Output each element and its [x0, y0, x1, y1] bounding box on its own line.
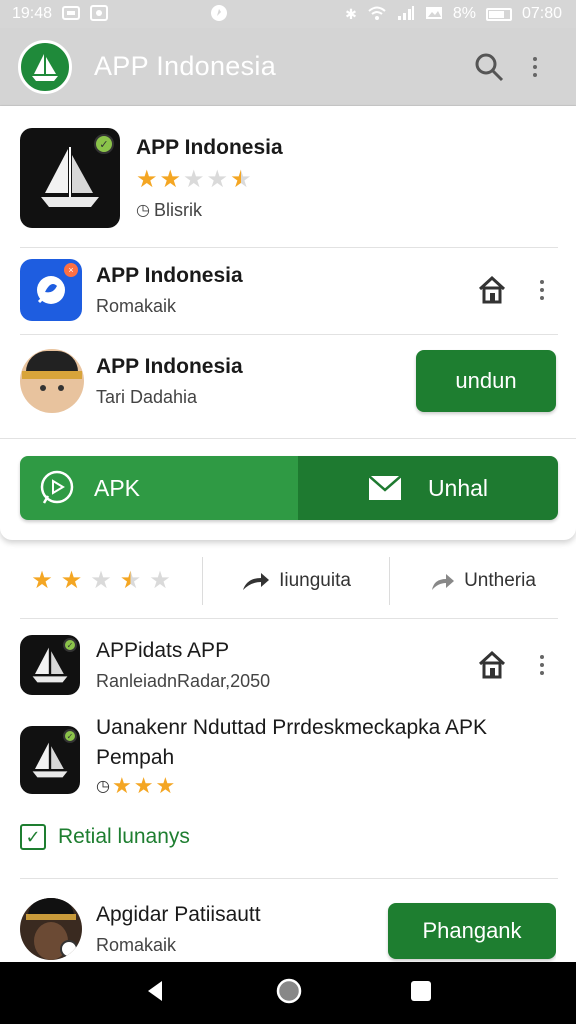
apk-button[interactable]: APK [20, 456, 298, 520]
battery-icon [485, 7, 512, 21]
other-stat[interactable]: Untheria [390, 557, 576, 605]
star-icon: ★ [133, 773, 154, 798]
app-title: APP Indonesia [94, 51, 277, 81]
rating-stat: ★ ★ ★ ★ ★ [0, 557, 202, 605]
star-half-icon: ★ [230, 165, 252, 193]
star-icon: ★ [206, 165, 229, 193]
list-item-subtitle: Romakaik [96, 934, 177, 955]
app-icon: ✓ [20, 726, 80, 794]
install-button[interactable]: Phangank [388, 903, 556, 959]
checkbox-label: Retial lunanys [58, 825, 190, 848]
split-action-bar: APK Unhal [20, 456, 558, 520]
gallery-icon [90, 4, 109, 24]
star-icon: ★ [183, 165, 205, 193]
checkbox[interactable]: ✓ [20, 824, 46, 850]
app-logo[interactable] [18, 39, 72, 94]
verified-badge-icon: ✓ [63, 638, 77, 652]
recents-icon[interactable] [410, 980, 432, 1007]
star-half-icon: ★ [119, 567, 142, 594]
compass-icon [210, 4, 228, 25]
back-icon[interactable] [144, 979, 168, 1008]
wifi-icon [367, 5, 387, 24]
clock-icon: ◷ [136, 202, 150, 219]
status-time-right: 07:80 [521, 5, 562, 22]
chat-bubble-icon [37, 276, 65, 304]
star-icon: ★ [136, 165, 158, 193]
share-arrow-icon [243, 573, 270, 590]
unhal-label: Unhal [427, 474, 489, 501]
list-item-title: APP Indonesia [96, 263, 243, 287]
app-icon: × [20, 259, 82, 321]
list-item-rating: ◷ ★ ★ ★ [96, 774, 556, 798]
sailboat-icon [32, 53, 58, 81]
star-icon: ★ [149, 567, 171, 594]
list-item[interactable]: Apgidar Patiisautt Romakaik Phangank [20, 896, 556, 962]
clock-icon: ◷ [96, 778, 110, 795]
list-item[interactable]: APP Indonesia Tari Dadahia undun [20, 346, 556, 416]
avatar [20, 898, 82, 960]
home-icon[interactable] [472, 274, 512, 306]
home-icon[interactable] [472, 649, 512, 681]
list-item-subtitle: Romakaik [96, 295, 177, 316]
status-time-left: 19:48 [12, 5, 53, 22]
star-icon: ★ [90, 567, 112, 594]
star-icon: ★ [60, 567, 83, 594]
star-icon: ★ [159, 165, 182, 193]
avatar [20, 349, 84, 413]
list-item[interactable]: ✓ APPidats APP RanleiadnRadar,2050 [20, 634, 556, 696]
list-item-subtitle: Tari Dadahia [96, 386, 198, 407]
share-stat[interactable]: Iiunguita [203, 557, 389, 605]
download-button[interactable]: undun [416, 350, 556, 412]
list-item-subtitle: Pempah [96, 746, 175, 769]
list-item-title: APP Indonesia [96, 354, 243, 378]
unhal-button[interactable]: Unhal [298, 456, 558, 520]
list-item-title: Apgidar Patiisautt [96, 902, 261, 926]
overflow-menu-icon[interactable] [512, 44, 558, 90]
status-bar: 19:48 ✱ 8% 07:80 [0, 0, 576, 28]
stats-row: ★ ★ ★ ★ ★ Iiunguita Untheria [0, 556, 576, 606]
search-icon[interactable] [466, 44, 512, 90]
app-icon: ✓ [20, 635, 80, 695]
featured-title: APP Indonesia [136, 135, 283, 159]
whatsapp-icon [40, 470, 74, 504]
featured-meta: Blisrik [153, 199, 202, 220]
battery-percent: 8% [452, 5, 476, 22]
verified-badge-icon: ✓ [94, 134, 114, 154]
close-badge-icon: × [64, 263, 78, 277]
app-icon: ✓ [20, 128, 120, 228]
forward-arrow-icon [432, 574, 455, 590]
share-label: Iiunguita [279, 570, 351, 591]
signal-icon [397, 5, 415, 24]
retial-checkbox-row[interactable]: ✓ Retial lunanys [20, 824, 190, 850]
list-item[interactable]: × APP Indonesia Romakaik [20, 258, 556, 322]
verified-badge-icon: ✓ [63, 729, 77, 743]
list-item-title: APPidats APP [96, 638, 230, 662]
sailboat-icon [32, 742, 68, 778]
other-label: Untheria [464, 570, 536, 591]
featured-app[interactable]: ✓ APP Indonesia ★ ★ ★ ★ ★ ◷ Blisrik [20, 128, 556, 228]
app-bar: APP Indonesia [0, 28, 576, 106]
list-item-title: Uanakenr Nduttad Prrdeskmeckapka APK [96, 716, 488, 739]
item-overflow-icon[interactable] [528, 280, 556, 300]
home-button-icon[interactable] [276, 978, 302, 1009]
apk-label: APK [94, 474, 141, 501]
featured-card: ✓ APP Indonesia ★ ★ ★ ★ ★ ◷ Blisrik × AP… [0, 106, 576, 540]
star-icon: ★ [31, 567, 53, 594]
star-icon: ★ [155, 773, 176, 798]
image-icon [425, 6, 443, 23]
item-overflow-icon[interactable] [528, 655, 556, 675]
list-item[interactable]: ✓ Uanakenr Nduttad Prrdeskmeckapka APK P… [20, 716, 556, 802]
mail-icon [368, 475, 402, 500]
list-item-subtitle: RanleiadnRadar,2050 [96, 670, 271, 691]
bluetooth-icon: ✱ [345, 5, 357, 22]
star-icon: ★ [111, 773, 132, 798]
featured-rating: ★ ★ ★ ★ ★ [136, 165, 283, 193]
system-nav-bar [0, 962, 576, 1024]
notification-icon [62, 5, 81, 23]
sailboat-icon [41, 147, 99, 207]
